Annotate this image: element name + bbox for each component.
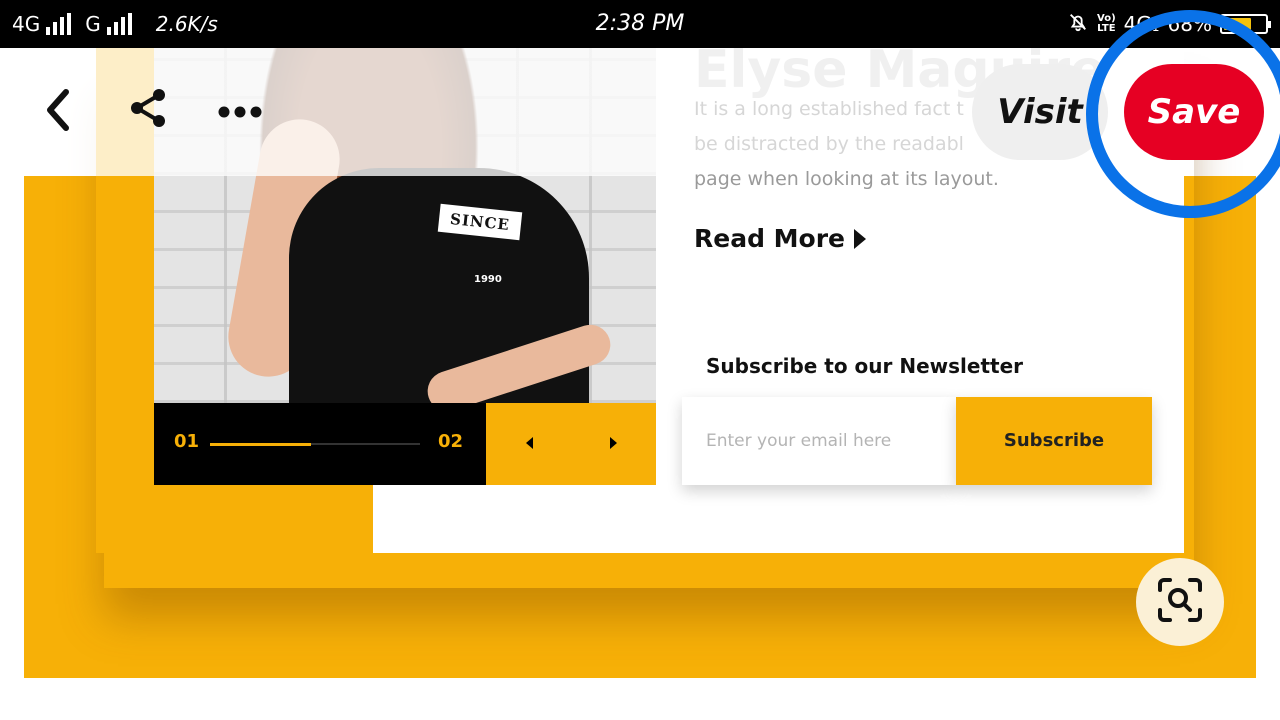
battery-fill — [1224, 18, 1252, 30]
chevron-left-icon — [42, 88, 74, 136]
volte-indicator: Vo) LTE — [1097, 13, 1116, 34]
email-placeholder: Enter your email here — [706, 431, 892, 451]
read-more-arrow-icon — [854, 229, 866, 249]
share-button[interactable] — [122, 84, 174, 136]
slide-track — [210, 443, 420, 446]
bell-slash-icon — [1067, 11, 1089, 38]
status-right: Vo) LTE 4G1 68% — [1067, 0, 1271, 48]
battery-percent: 68% — [1167, 12, 1212, 36]
share-icon — [127, 87, 169, 133]
slide-track-fill — [210, 443, 311, 446]
shirt-year: 1990 — [474, 274, 502, 285]
network-type-3: 4G1 — [1123, 12, 1160, 36]
more-options-button[interactable] — [212, 88, 268, 136]
toolbar-overlay — [24, 48, 656, 176]
slide-start-number: 01 — [174, 431, 200, 452]
visual-search-button[interactable] — [1136, 558, 1224, 646]
subscribe-button-image: Subscribe — [956, 397, 1152, 485]
email-field-image: Enter your email here — [682, 397, 956, 485]
visit-button[interactable]: Visit — [972, 64, 1108, 160]
faded-body-line-3: page when looking at its layout. — [694, 168, 999, 190]
battery-icon — [1220, 14, 1271, 34]
newsletter-heading: Subscribe to our Newsletter — [706, 354, 1024, 378]
slide-end-number: 02 — [438, 431, 464, 452]
more-horizontal-icon — [218, 103, 262, 122]
slide-progress: 01 02 — [154, 403, 486, 485]
back-button[interactable] — [30, 84, 86, 140]
status-bar: 4G G 2.6K/s 2:38 PM Vo) LTE 4G1 68% — [0, 0, 1280, 48]
prev-arrow-icon — [526, 437, 533, 449]
lens-search-icon — [1156, 576, 1204, 628]
read-more-text: Read More — [694, 224, 846, 253]
next-arrow-icon — [610, 437, 617, 449]
save-button[interactable]: Save — [1124, 64, 1264, 160]
slide-arrows — [486, 403, 656, 485]
shirt-text: SINCE — [437, 203, 523, 241]
